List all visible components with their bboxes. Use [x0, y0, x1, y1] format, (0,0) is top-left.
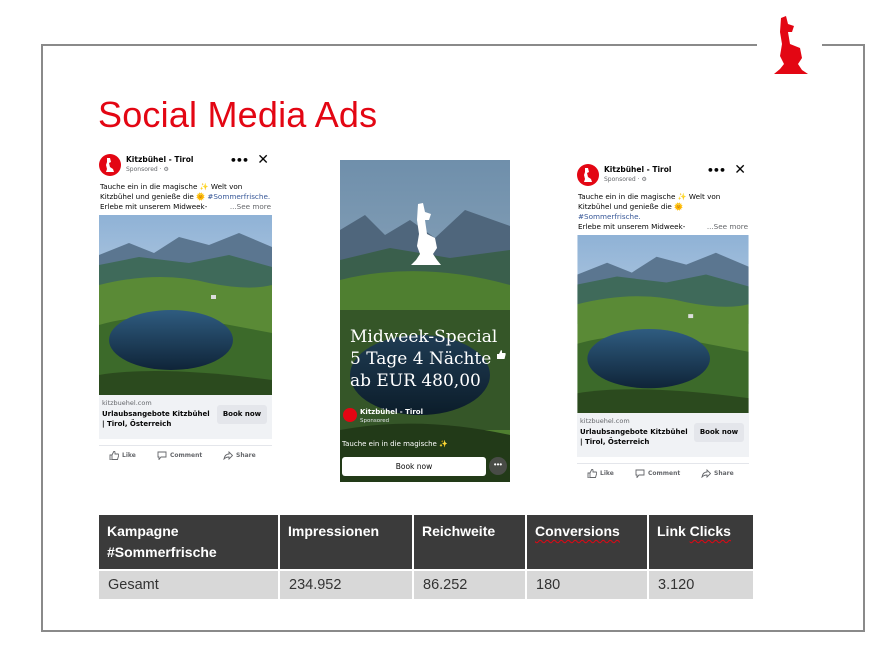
share-label: Share — [714, 470, 734, 477]
like-icon — [587, 468, 598, 479]
ad-landscape-image[interactable] — [99, 215, 272, 395]
share-label: Share — [236, 452, 256, 459]
like-button[interactable]: Like — [587, 468, 614, 479]
comment-icon — [157, 451, 167, 461]
ad-header: Kitzbühel - Tirol Sponsored · ⚙ ••• ✕ — [99, 152, 272, 182]
comment-icon — [635, 469, 645, 479]
comment-label: Comment — [170, 452, 203, 459]
ad-text-part: Kitzbühel und genieße die 🌞 — [100, 192, 208, 201]
sponsored-label: Sponsored · ⚙ — [126, 166, 169, 173]
book-now-button[interactable]: Book now — [694, 423, 744, 442]
comment-button[interactable]: Comment — [635, 469, 681, 479]
story-ad-card[interactable]: Midweek-Special 5 Tage 4 Nächte ab EUR 4… — [340, 160, 510, 482]
frame-line-right — [863, 44, 865, 632]
ad-text: Tauche ein in die magische ✨ — [342, 440, 448, 448]
link-domain: kitzbuehel.com — [580, 417, 630, 425]
ad-text-part: Erlebe mit unserem Midweek- — [100, 202, 208, 211]
frame-line-top-right — [822, 44, 865, 46]
like-label: Like — [122, 452, 136, 459]
page-name[interactable]: Kitzbühel - Tirol — [126, 155, 193, 164]
table-cell: 234.952 — [279, 569, 414, 599]
hashtag-link[interactable]: #Sommerfrische. — [207, 192, 270, 201]
book-now-button[interactable]: Book now — [342, 457, 486, 476]
ad-text-line: Tauche ein in die magische ✨ Welt von — [578, 192, 721, 201]
link-domain: kitzbuehel.com — [102, 399, 152, 407]
link-preview[interactable]: kitzbuehel.com Urlaubsangebote Kitzbühel… — [99, 395, 272, 439]
ad-text-part: Erlebe mit unserem Midweek- — [578, 222, 686, 231]
ad-text-part: Kitzbühel und genieße die 🌞 — [578, 202, 684, 211]
avatar[interactable] — [99, 154, 121, 176]
more-dots-icon[interactable]: ••• — [230, 154, 249, 167]
comment-button[interactable]: Comment — [157, 451, 203, 461]
more-dots-icon[interactable]: ••• — [489, 457, 507, 475]
table-cell: 86.252 — [413, 569, 527, 599]
header-conversions: Conversions — [526, 515, 649, 570]
header-link-clicks: Link Clicks — [648, 515, 753, 570]
more-dots-icon[interactable]: ••• — [707, 164, 726, 177]
header-label: Conversions — [535, 523, 620, 539]
ad-text: Tauche ein in die magische ✨ Welt von Ki… — [99, 182, 272, 212]
ad-landscape-image[interactable] — [577, 235, 749, 413]
like-button[interactable]: Like — [109, 450, 136, 461]
ad-text-line: Erlebe mit unserem Midweek- ...See more — [100, 202, 271, 212]
header-label: Kampagne — [107, 523, 179, 539]
like-icon — [109, 450, 120, 461]
close-icon[interactable]: ✕ — [257, 152, 269, 168]
feed-ad-card-left: Kitzbühel - Tirol Sponsored · ⚙ ••• ✕ Ta… — [99, 152, 272, 468]
page-name[interactable]: Kitzbühel - Tirol — [604, 165, 671, 174]
header-label: #Sommerfrische — [107, 544, 217, 560]
frame-line-left — [41, 44, 43, 632]
frame-line-bottom — [41, 630, 865, 632]
table-cell: Gesamt — [99, 569, 280, 599]
header-label: Link — [657, 523, 686, 539]
table-cell: 180 — [526, 569, 649, 599]
action-bar: Like Comment Share — [99, 445, 272, 468]
see-more-link[interactable]: ...See more — [707, 222, 748, 232]
sponsored-label: Sponsored — [360, 418, 390, 424]
table-header-row: Kampagne #Sommerfrische Impressionen Rei… — [99, 515, 753, 570]
table-cell: 3.120 — [648, 569, 753, 599]
ad-text-line: Tauche ein in die magische ✨ Welt von — [100, 182, 243, 191]
feed-ad-card-right: Kitzbühel - Tirol Sponsored · ⚙ ••• ✕ Ta… — [577, 162, 749, 486]
kpi-table: Kampagne #Sommerfrische Impressionen Rei… — [99, 515, 753, 599]
ad-text: Tauche ein in die magische ✨ Welt von Ki… — [577, 192, 749, 232]
headline-line: Midweek-Special — [350, 327, 498, 347]
share-button[interactable]: Share — [223, 450, 256, 461]
share-button[interactable]: Share — [701, 468, 734, 479]
sponsored-label: Sponsored · ⚙ — [604, 176, 647, 183]
headline-line: ab EUR 480,00 — [350, 371, 481, 391]
link-headline[interactable]: Urlaubsangebote Kitzbühel | Tirol, Öster… — [102, 409, 210, 429]
frame-line-top — [41, 44, 757, 46]
header-campaign: Kampagne #Sommerfrische — [99, 515, 280, 570]
action-bar: Like Comment Share — [577, 463, 749, 486]
see-more-link[interactable]: ...See more — [230, 202, 271, 212]
chamois-logo-icon — [411, 203, 441, 265]
chamois-logo-icon — [774, 16, 808, 74]
ad-text-line: Kitzbühel und genieße die 🌞 #Sommerfrisc… — [100, 192, 271, 202]
slide-title: Social Media Ads — [98, 94, 378, 135]
share-icon — [223, 450, 234, 461]
ad-text-line: Erlebe mit unserem Midweek- ...See more — [578, 222, 748, 232]
book-now-button[interactable]: Book now — [217, 405, 267, 424]
close-icon[interactable]: ✕ — [734, 162, 746, 178]
like-icon[interactable] — [496, 350, 506, 360]
avatar[interactable] — [577, 164, 599, 186]
header-reach: Reichweite — [413, 515, 527, 570]
story-headline: Midweek-Special 5 Tage 4 Nächte ab EUR 4… — [350, 326, 497, 392]
headline-line: 5 Tage 4 Nächte — [350, 349, 492, 369]
hashtag-link[interactable]: #Sommerfrische. — [578, 212, 641, 221]
table-row: Gesamt 234.952 86.252 180 3.120 — [99, 569, 753, 599]
ad-header: Kitzbühel - Tirol Sponsored · ⚙ ••• ✕ — [577, 162, 749, 192]
header-label: Clicks — [689, 523, 731, 539]
share-icon — [701, 468, 712, 479]
link-headline[interactable]: Urlaubsangebote Kitzbühel | Tirol, Öster… — [580, 427, 688, 447]
page-name[interactable]: Kitzbühel - Tirol — [360, 408, 423, 416]
link-preview[interactable]: kitzbuehel.com Urlaubsangebote Kitzbühel… — [577, 413, 749, 457]
avatar[interactable] — [343, 408, 357, 422]
header-impressions: Impressionen — [279, 515, 414, 570]
like-label: Like — [600, 470, 614, 477]
ad-text-line: Kitzbühel und genieße die 🌞 #Sommerfrisc… — [578, 202, 748, 222]
comment-label: Comment — [648, 470, 681, 477]
